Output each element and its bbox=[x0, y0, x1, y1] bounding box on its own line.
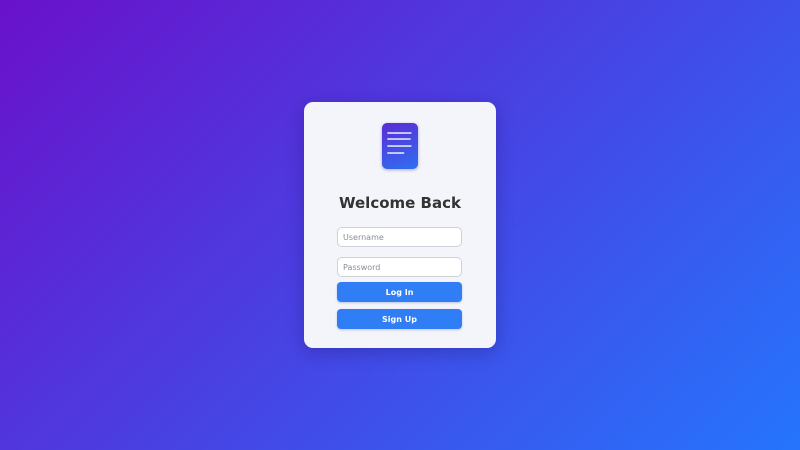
signup-button[interactable]: Sign Up bbox=[337, 309, 462, 329]
login-card: Welcome Back Log In Sign Up bbox=[304, 102, 496, 348]
document-icon bbox=[382, 123, 418, 169]
username-input[interactable] bbox=[337, 227, 462, 247]
login-button[interactable]: Log In bbox=[337, 282, 462, 302]
page-title: Welcome Back bbox=[339, 194, 461, 212]
password-input[interactable] bbox=[337, 257, 462, 277]
